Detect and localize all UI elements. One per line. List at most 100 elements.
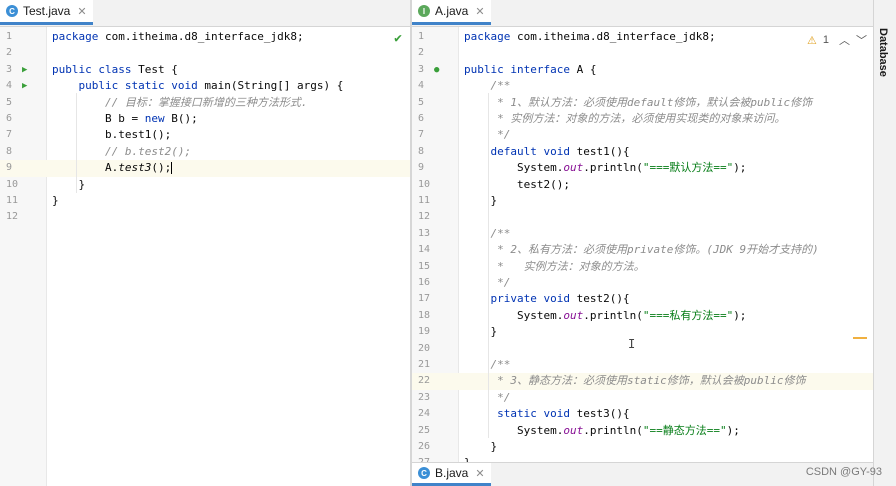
line-number: 20 [418, 342, 431, 354]
code-line[interactable]: 11} [0, 193, 410, 209]
code-line[interactable]: 2 [412, 45, 873, 61]
code-line[interactable]: 8 // b.test2(); [0, 144, 410, 160]
line-number: 5 [418, 96, 425, 108]
line-number: 7 [6, 129, 13, 141]
code-line[interactable]: 6 B b = new B(); [0, 111, 410, 127]
code-line[interactable]: 12 [0, 209, 410, 225]
close-icon[interactable]: ✕ [475, 5, 484, 18]
tab-test-java[interactable]: C Test.java ✕ [0, 0, 93, 25]
code-line[interactable]: 2 [0, 45, 410, 61]
code-text: // b.test2(); [104, 144, 192, 158]
line-number: 6 [6, 113, 13, 124]
line-number: 10 [418, 178, 431, 190]
code-text: // 目标：掌握接口新增的三种方法形式. [104, 95, 308, 109]
code-text: * 2、私有方法：必须使用private修饰。(JDK 9开始才支持的) [490, 243, 819, 257]
code-line[interactable]: 16 */ [412, 275, 873, 291]
code-line[interactable]: 24 static void test3(){ [412, 406, 873, 422]
code-line[interactable]: 21 /** [412, 357, 873, 373]
code-line[interactable]: 23 */ [412, 390, 873, 406]
code-line[interactable]: 7 b.test1(); [0, 127, 410, 143]
close-icon[interactable]: ✕ [475, 467, 484, 480]
code-line[interactable]: 5 // 目标：掌握接口新增的三种方法形式. [0, 95, 410, 111]
tab-a-java[interactable]: I A.java ✕ [412, 0, 491, 25]
code-line[interactable]: 13 /** [412, 226, 873, 242]
line-number: 15 [418, 260, 431, 272]
code-line[interactable]: 11 } [412, 193, 873, 209]
line-number: 21 [418, 359, 431, 370]
code-text: * 实例方法：对象的方法，必须使用实现类的对象来访问。 [490, 112, 786, 125]
line-number: 9 [6, 162, 13, 174]
line-number: 11 [6, 195, 19, 206]
code-line[interactable]: 4 ▶ public static void main(String[] args… [0, 78, 410, 94]
code-line[interactable]: 8 default void test1(){ [412, 144, 873, 160]
code-line[interactable]: 1 package com.itheima.d8_interface_jdk8; [412, 29, 873, 45]
vertical-scrollbar[interactable] [853, 57, 873, 462]
tab-b-java[interactable]: C B.java ✕ [412, 463, 491, 486]
code-line[interactable]: 25 System.out.println("==静态方法=="); [412, 423, 873, 439]
chevron-down-icon[interactable]: ﹀ [856, 32, 867, 48]
right-editor-pane: I A.java ✕ 1 package com.itheima.d8_inter… [412, 0, 873, 486]
code-text: public interface A { [464, 62, 597, 76]
line-number: 22 [418, 375, 431, 387]
line-number: 9 [418, 162, 425, 174]
text-cursor-icon: I [628, 337, 636, 351]
code-line[interactable]: 17 private void test2(){ [412, 291, 873, 307]
code-text: * 实例方法：对象的方法。 [490, 259, 645, 273]
code-editor-a[interactable]: 1 package com.itheima.d8_interface_jdk8; 2… [412, 27, 873, 469]
code-text: * 3、静态方法：必须使用static修饰，默认会被public修饰 [490, 374, 806, 388]
code-line[interactable]: 3 ● public interface A { [412, 62, 873, 78]
no-errors-check-icon: ✔ [394, 31, 402, 46]
code-text: package com.itheima.d8_interface_jdk8; [52, 30, 304, 43]
line-number: 8 [6, 145, 13, 157]
code-line[interactable]: 10 } [0, 177, 410, 193]
code-line[interactable]: 18 System.out.println("===私有方法=="); [412, 308, 873, 324]
code-line[interactable]: 5 * 1、默认方法：必须使用default修饰，默认会被public修饰 [412, 95, 873, 111]
code-line[interactable]: 3 ▶ public class Test { [0, 62, 410, 78]
class-icon: C [418, 467, 430, 479]
code-text: package com.itheima.d8_interface_jdk8; [464, 30, 716, 43]
code-line[interactable]: 9 A.test3(); [0, 160, 410, 177]
line-number: 1 [418, 31, 425, 42]
code-line[interactable]: 7 */ [412, 127, 873, 143]
inspection-widget[interactable]: ⚠ 1 ︿ ﹀ [807, 32, 867, 48]
code-text: } [464, 325, 498, 339]
code-text: * 1、默认方法：必须使用default修饰，默认会被public修饰 [490, 95, 813, 109]
line-number: 2 [418, 47, 425, 59]
scroll-marker [853, 337, 867, 339]
close-icon[interactable]: ✕ [77, 5, 86, 18]
code-line[interactable]: 15 * 实例方法：对象的方法。 [412, 259, 873, 275]
code-line[interactable]: 10 test2(); [412, 177, 873, 193]
run-gutter-icon[interactable]: ▶ [22, 78, 27, 94]
code-line[interactable]: 4 /** [412, 78, 873, 94]
code-text: public class Test { [52, 62, 178, 76]
line-number: 1 [6, 31, 13, 42]
line-number: 6 [418, 113, 425, 124]
code-line[interactable]: 6 * 实例方法：对象的方法，必须使用实现类的对象来访问。 [412, 111, 873, 127]
interface-icon: I [418, 5, 430, 17]
warning-icon: ⚠ [807, 34, 817, 47]
code-line[interactable]: 14 * 2、私有方法：必须使用private修饰。(JDK 9开始才支持的) [412, 242, 873, 258]
line-number: 2 [6, 47, 13, 59]
code-line[interactable]: 1 package com.itheima.d8_interface_jdk8; [0, 29, 410, 45]
indent-guide [76, 93, 77, 193]
code-text: System.out.println("==静态方法=="); [464, 423, 740, 437]
tab-label: A.java [435, 4, 469, 18]
database-tool-button[interactable]: Database [877, 28, 889, 77]
code-editor-test[interactable]: 1 package com.itheima.d8_interface_jdk8; 2… [0, 27, 410, 486]
implementation-gutter-icon[interactable]: ● [434, 62, 439, 78]
line-number: 10 [6, 178, 19, 190]
code-line[interactable]: 20 [412, 341, 873, 357]
code-line[interactable]: 12 [412, 209, 873, 225]
code-text: } [464, 440, 498, 453]
line-number: 14 [418, 244, 431, 256]
code-line[interactable]: 9 System.out.println("===默认方法=="); [412, 160, 873, 176]
code-line[interactable]: 26 } [412, 439, 873, 455]
code-line[interactable]: 22 * 3、静态方法：必须使用static修饰，默认会被public修饰 [412, 373, 873, 390]
line-number: 13 [418, 227, 431, 239]
chevron-up-icon[interactable]: ︿ [839, 32, 850, 48]
line-number: 19 [418, 326, 431, 338]
code-line[interactable]: 19 } [412, 324, 873, 340]
code-text: } [52, 194, 59, 207]
tab-label: B.java [435, 466, 469, 480]
run-gutter-icon[interactable]: ▶ [22, 62, 27, 78]
